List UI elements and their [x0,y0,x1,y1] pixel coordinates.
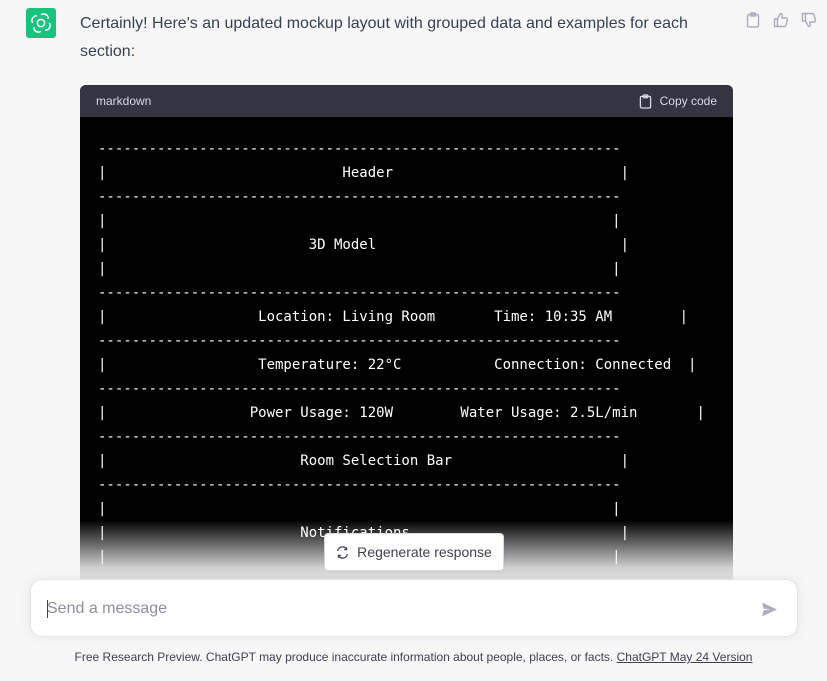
message-input[interactable] [47,594,737,624]
clipboard-icon [639,93,651,109]
code-line: | Room Selection Bar | [98,453,630,469]
code-line: | Power Usage: 120W Water Usage: 2.5L/mi… [98,405,705,421]
code-line: | | [98,501,621,517]
assistant-avatar [26,8,56,38]
code-block-header: markdown Copy code [80,85,733,117]
send-icon [761,602,777,616]
message-actions [745,12,817,28]
regenerate-label: Regenerate response [357,544,492,560]
footer-text: Free Research Preview. ChatGPT may produ… [74,650,614,664]
footer-disclaimer: Free Research Preview. ChatGPT may produ… [0,650,827,664]
code-line: | | [98,213,621,229]
message-composer [30,579,798,637]
code-line: | Location: Living Room Time: 10:35 AM | [98,309,689,325]
clipboard-icon[interactable] [745,12,761,28]
code-line: ----------------------------------------… [98,429,621,445]
code-language-label: markdown [96,94,152,108]
code-line: ----------------------------------------… [98,189,621,205]
code-line: ----------------------------------------… [98,333,621,349]
code-line: | Temperature: 22°C Connection: Connecte… [98,357,697,373]
send-button[interactable] [759,599,779,619]
openai-logo-icon [31,13,51,33]
code-line: ----------------------------------------… [98,285,621,301]
code-block: markdown Copy code ---------------------… [80,85,733,595]
code-line: ----------------------------------------… [98,477,621,493]
assistant-message-text: Certainly! Here's an updated mockup layo… [80,15,688,60]
copy-code-button[interactable]: Copy code [639,93,717,109]
code-line: ----------------------------------------… [98,381,621,397]
code-line: | 3D Model | [98,237,630,253]
code-line: | Header | [98,165,630,181]
refresh-icon [337,545,349,559]
code-line: | | [98,261,621,277]
thumbs-down-icon[interactable] [801,12,817,28]
thumbs-up-icon[interactable] [773,12,789,28]
code-line: ----------------------------------------… [98,141,621,157]
regenerate-response-button[interactable]: Regenerate response [324,533,504,571]
version-link[interactable]: ChatGPT May 24 Version [617,650,753,664]
copy-code-label: Copy code [659,94,717,108]
